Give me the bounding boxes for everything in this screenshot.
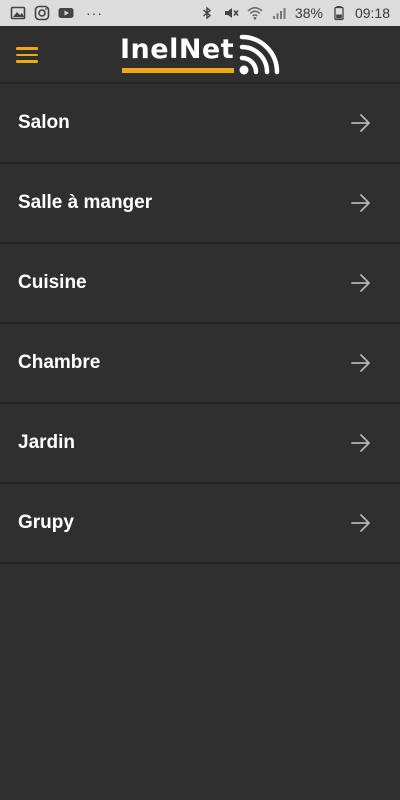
room-item-salon[interactable]: Salon — [0, 84, 400, 164]
hamburger-menu-icon[interactable] — [16, 42, 46, 68]
room-label: Jardin — [18, 432, 76, 453]
room-label: Salon — [18, 112, 70, 133]
arrow-right-icon — [350, 513, 372, 533]
room-item-salle-a-manger[interactable]: Salle à manger — [0, 164, 400, 244]
room-item-grupy[interactable]: Grupy — [0, 484, 400, 564]
room-item-chambre[interactable]: Chambre — [0, 324, 400, 404]
status-right: 38% 09:18 — [199, 5, 390, 21]
wifi-signal-icon — [238, 34, 280, 76]
battery-icon — [331, 5, 347, 21]
bluetooth-icon — [199, 5, 215, 21]
arrow-right-icon — [350, 353, 372, 373]
arrow-right-icon — [350, 193, 372, 213]
room-label: Cuisine — [18, 272, 87, 293]
youtube-icon — [58, 5, 74, 21]
room-item-jardin[interactable]: Jardin — [0, 404, 400, 484]
battery-percent: 38% — [294, 5, 323, 21]
gallery-icon — [10, 5, 26, 21]
arrow-right-icon — [350, 433, 372, 453]
arrow-right-icon — [350, 273, 372, 293]
app-header: InelNet — [0, 26, 400, 84]
logo-underline — [122, 68, 234, 73]
status-bar: ··· 38% 09:18 — [0, 0, 400, 26]
room-item-cuisine[interactable]: Cuisine — [0, 244, 400, 324]
logo-text: InelNet — [120, 34, 235, 65]
more-notifications-indicator: ··· — [86, 5, 103, 21]
app-screen: ··· 38% 09:18 InelNet Salon Salle à mang… — [0, 0, 400, 800]
room-label: Grupy — [18, 512, 74, 533]
clock: 09:18 — [354, 5, 390, 21]
room-label: Chambre — [18, 352, 101, 373]
app-logo: InelNet — [120, 32, 280, 78]
status-left: ··· — [10, 5, 103, 21]
arrow-right-icon — [350, 113, 372, 133]
room-list: Salon Salle à manger Cuisine Chambre Jar… — [0, 84, 400, 564]
wifi-icon — [247, 5, 263, 21]
signal-icon — [271, 5, 287, 21]
instagram-icon — [34, 5, 50, 21]
mute-icon — [223, 5, 239, 21]
room-label: Salle à manger — [18, 192, 153, 213]
